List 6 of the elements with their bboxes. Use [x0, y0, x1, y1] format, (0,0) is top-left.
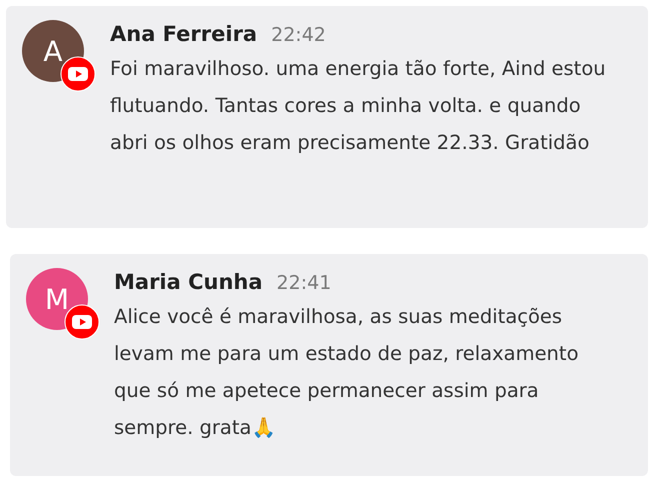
comment-time: 22:41 [276, 272, 332, 294]
author-name: Maria Cunha [114, 270, 263, 294]
comment-text: Foi maravilhoso. uma energia tão forte, Aind estou flutuando. Tantas cores a minha volta. e quando abri os olhos eram precisamente 22.33. Gratidão [110, 56, 607, 156]
comment-text: Alice você é maravilhosa, as suas meditações levam me para um estado de paz, relaxamento que só me apetece permanecer assim para sempre. grata🙏 [114, 304, 580, 441]
author-name: Ana Ferreira [110, 22, 258, 46]
comment-time: 22:42 [271, 24, 326, 46]
